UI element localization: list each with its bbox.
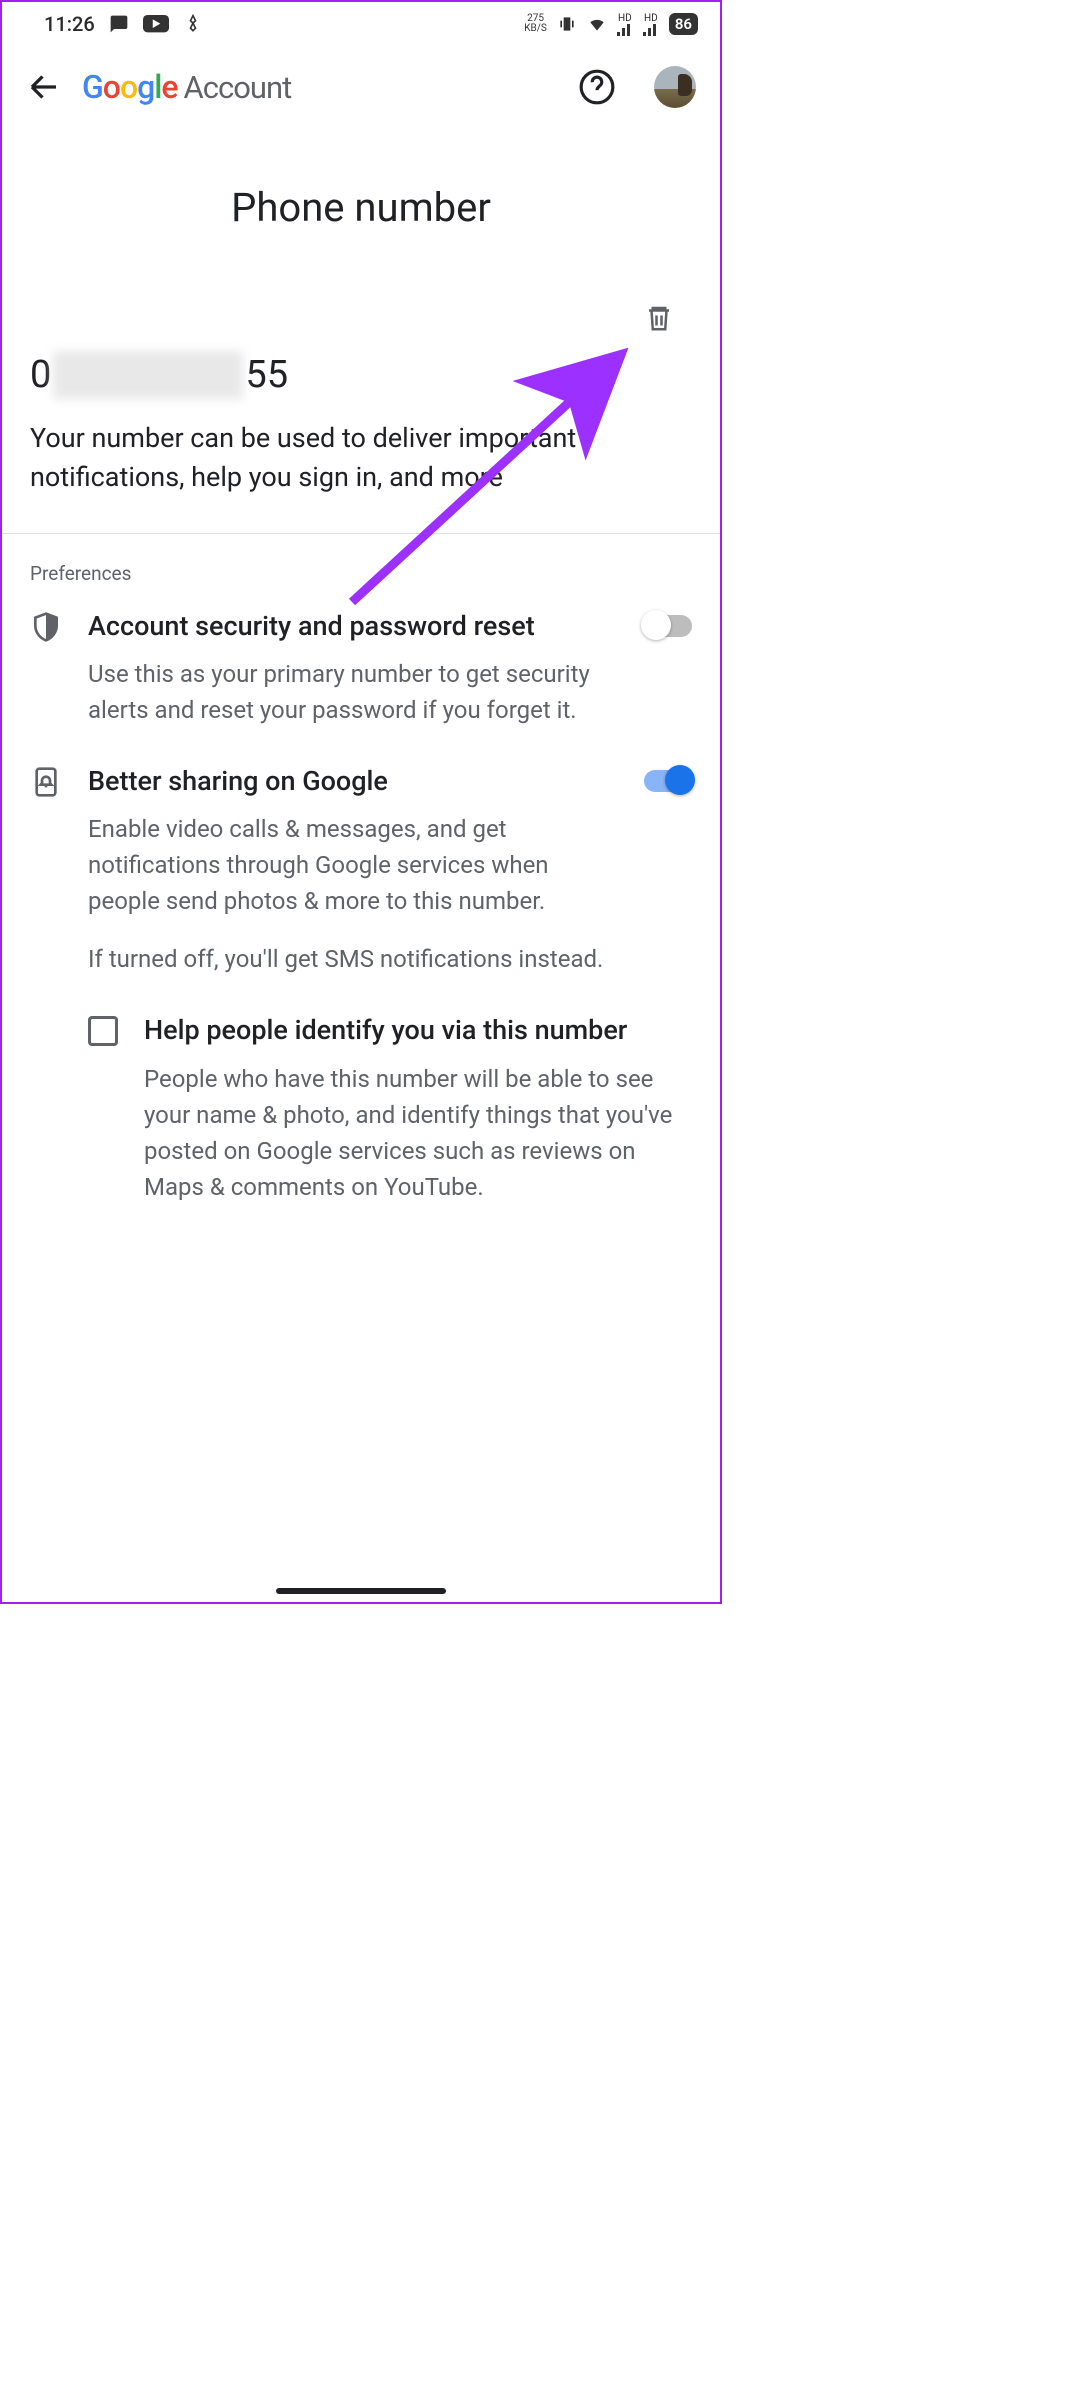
nav-handle[interactable] (276, 1588, 446, 1594)
youtube-icon (143, 14, 169, 34)
chat-icon (109, 14, 129, 34)
pref-sharing: Better sharing on Google Enable video ca… (30, 764, 692, 977)
signal2-icon: HD (643, 13, 659, 36)
toggle-sharing[interactable] (644, 770, 692, 792)
page-title: Phone number (2, 184, 720, 231)
wifi-icon (587, 14, 607, 34)
delete-icon[interactable] (644, 303, 674, 333)
phone-number-display: 0 55 (30, 351, 692, 399)
pref-identify-desc: People who have this number will be able… (144, 1061, 682, 1205)
help-icon[interactable] (578, 68, 616, 106)
checkbox-identify[interactable] (88, 1016, 118, 1046)
app-header: Google Account (2, 44, 720, 120)
shield-icon (30, 611, 62, 643)
pref-security: Account security and password reset Use … (30, 609, 692, 728)
pref-identify-title: Help people identify you via this number (144, 1013, 682, 1048)
network-speed: 275 KB/S (524, 14, 547, 34)
preferences-label: Preferences (30, 562, 692, 585)
google-logo: Google Account (82, 68, 291, 106)
device-bell-icon (30, 766, 62, 798)
battery-indicator: 86 (669, 13, 698, 35)
toggle-security[interactable] (644, 615, 692, 637)
signal1-icon: HD (617, 13, 633, 36)
pref-sharing-desc2: If turned off, you'll get SMS notificati… (88, 941, 608, 977)
back-arrow-icon[interactable] (26, 69, 62, 105)
pref-security-desc: Use this as your primary number to get s… (88, 656, 608, 728)
location-icon (183, 14, 203, 34)
pref-identify: Help people identify you via this number… (88, 1013, 692, 1204)
avatar[interactable] (654, 66, 696, 108)
phone-description: Your number can be used to deliver impor… (30, 419, 692, 497)
pref-security-title: Account security and password reset (88, 609, 608, 644)
status-time: 11:26 (44, 12, 95, 36)
pref-sharing-title: Better sharing on Google (88, 764, 608, 799)
status-bar: 11:26 275 KB/S HD HD 86 (2, 2, 720, 44)
vibrate-icon (557, 14, 577, 34)
pref-sharing-desc: Enable video calls & messages, and get n… (88, 811, 608, 919)
redacted-digits (53, 351, 243, 399)
divider (2, 533, 720, 534)
